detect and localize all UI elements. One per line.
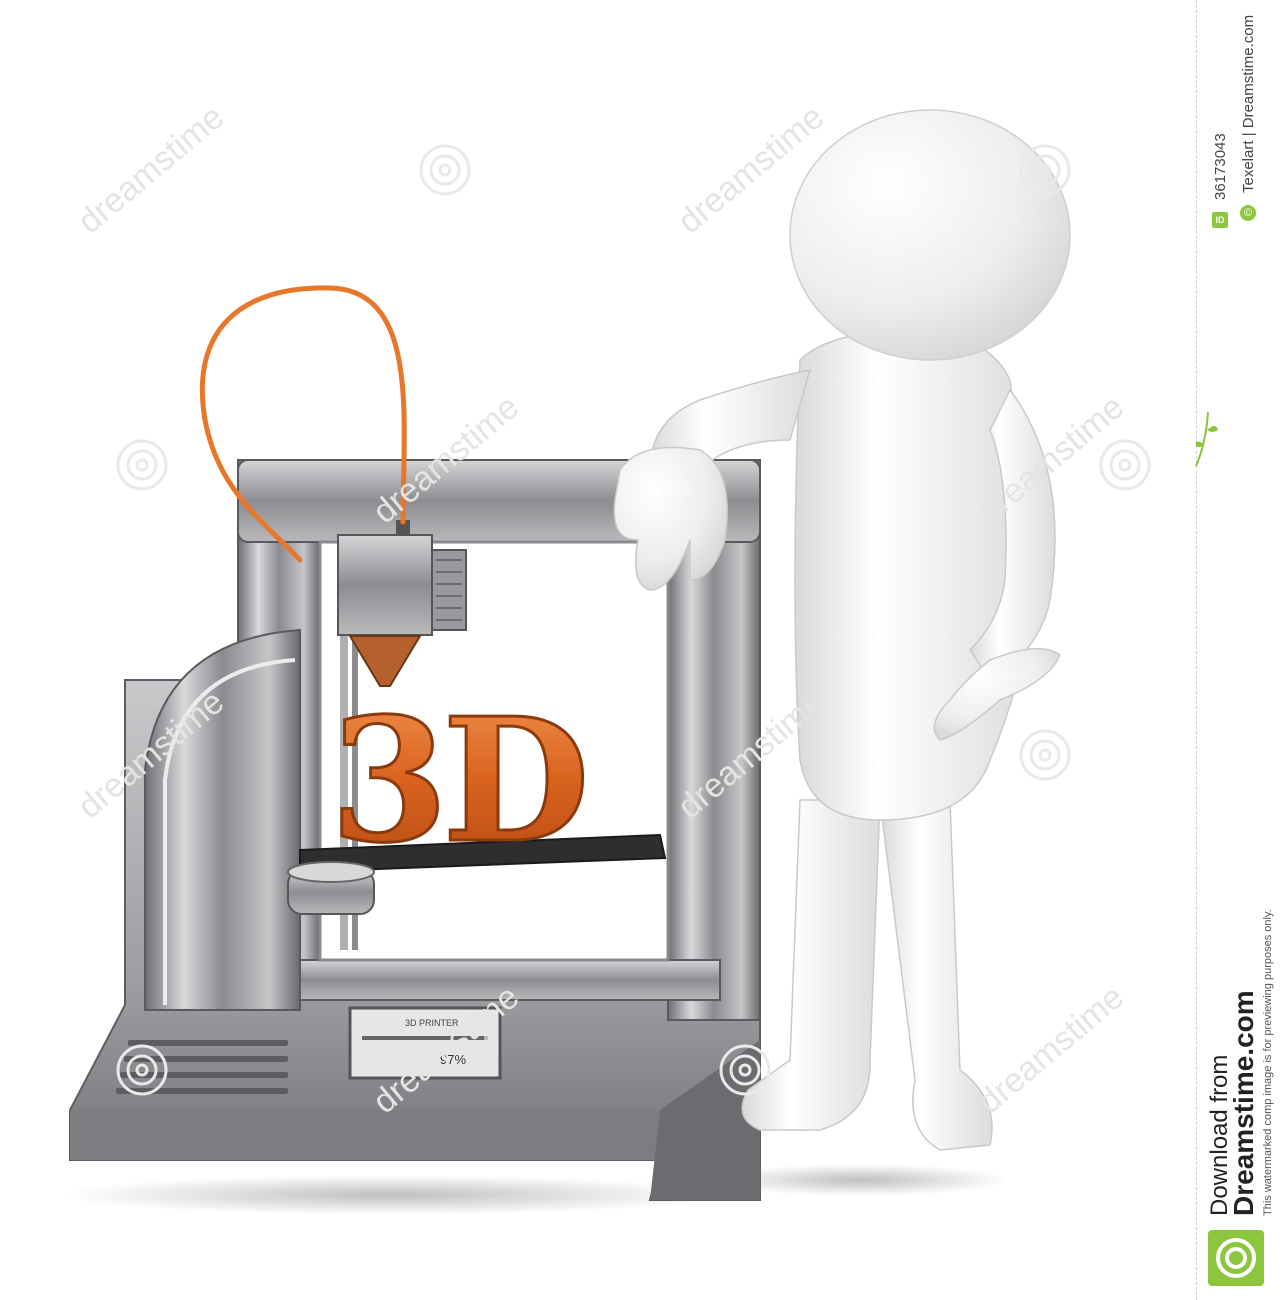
spiral-watermark-icon — [1099, 439, 1151, 491]
printer-shadow — [60, 1175, 720, 1215]
strip-divider — [1196, 0, 1197, 1300]
figure-torso — [794, 329, 1033, 821]
spiral-watermark-icon — [1019, 729, 1071, 781]
watermark-notice: This watermarked comp image is for previ… — [1262, 909, 1274, 1216]
credit-text: Texelart | Dreamstime.com — [1240, 14, 1257, 193]
spiral-watermark-icon — [419, 144, 471, 196]
watermark-text: dreamstime — [971, 978, 1131, 1121]
spiral-watermark-icon — [116, 439, 168, 491]
copyright-badge: © — [1240, 205, 1256, 221]
printed-3d-letters: 3D — [330, 681, 584, 881]
figure-head — [789, 109, 1071, 361]
twig-icon — [1195, 411, 1218, 467]
watermark-text: dreamstime — [71, 98, 231, 241]
image-id: 36173043 — [1212, 133, 1229, 200]
site-name: Dreamstime.com — [1228, 990, 1259, 1216]
dreamstime-logo-icon — [1208, 1230, 1264, 1286]
figure-left-leg — [741, 799, 881, 1131]
scene-illustration: 3D 3D PRINTER 97% dreamstime dreamstime … — [60, 98, 1151, 1215]
id-badge: ID — [1212, 212, 1228, 228]
